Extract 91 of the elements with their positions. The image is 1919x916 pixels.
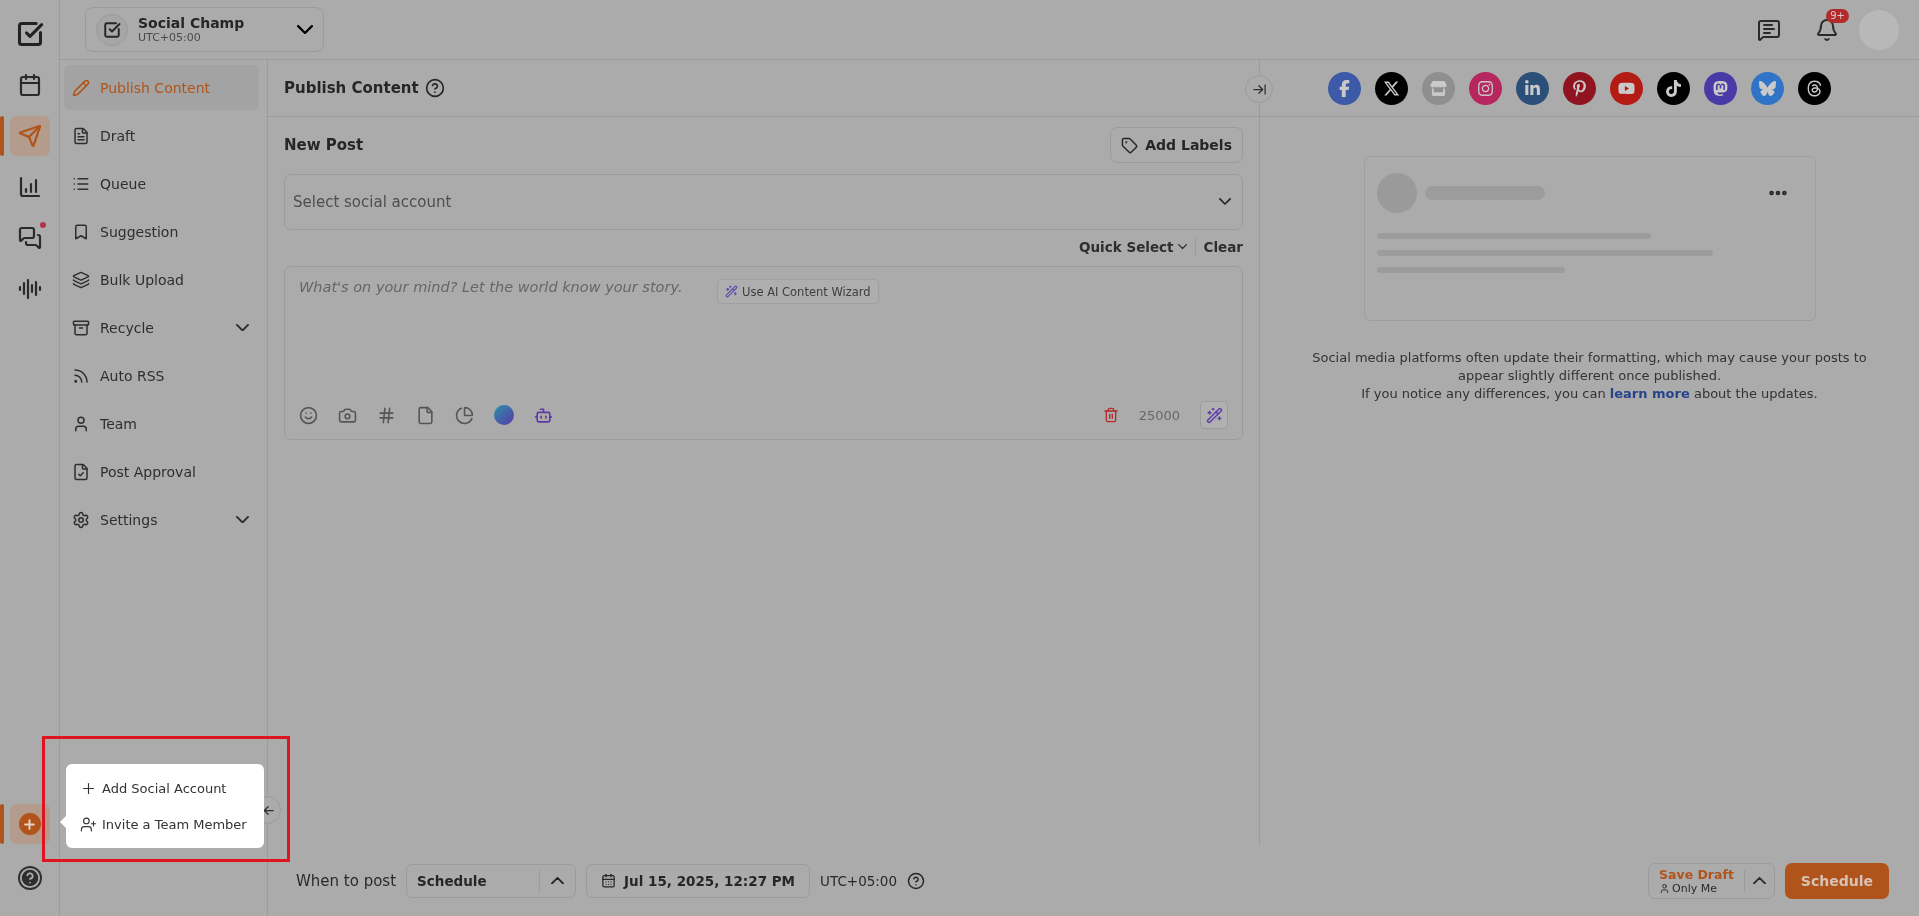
post-input[interactable]: What's on your mind? Let the world know your story. (299, 279, 699, 305)
x-icon[interactable] (1375, 71, 1408, 105)
user-icon (1659, 882, 1671, 894)
tag-icon (1121, 136, 1139, 154)
notification-count: 9+ (1826, 8, 1849, 23)
document-button[interactable] (416, 405, 435, 425)
emoji-icon (299, 405, 318, 425)
formatting-notice: Social media platforms often update their formatting, which may cause your posts to appear slightly different once published. If you notice any differences, you can learn more about the updates. (1311, 349, 1868, 403)
chat-bubbles-icon (17, 226, 42, 250)
add-user-icon (80, 815, 97, 833)
rss-icon (72, 366, 90, 385)
help-icon[interactable] (424, 78, 445, 98)
youtube-icon[interactable] (1610, 71, 1643, 105)
help-icon (17, 866, 42, 890)
pencil-icon (72, 78, 90, 97)
plus-icon (18, 813, 41, 835)
ai-wizard-button[interactable]: Use AI Content Wizard (717, 279, 879, 304)
document-icon (72, 126, 90, 145)
tiktok-icon[interactable] (1657, 71, 1690, 105)
sidebar-item[interactable]: Draft (64, 113, 259, 158)
bell-icon (1815, 17, 1839, 42)
expand-panel-button[interactable] (1245, 75, 1273, 103)
gradient-circle-icon (494, 405, 514, 425)
document-check-icon (72, 462, 90, 481)
camera-button[interactable] (338, 405, 357, 425)
settings-icon (72, 510, 90, 529)
chevron-up-icon (551, 876, 565, 885)
notifications-button[interactable] (1815, 17, 1839, 42)
user-icon (72, 414, 90, 433)
calendar-icon (601, 873, 617, 888)
layers-icon (72, 270, 90, 289)
message-edit-icon (1757, 17, 1781, 42)
quick-select-button[interactable]: Quick Select (1079, 239, 1187, 255)
sidebar-item[interactable]: Queue (64, 161, 259, 206)
sidebar-item[interactable]: Bulk Upload (64, 257, 259, 302)
sidebar-item[interactable]: Suggestion (64, 209, 259, 254)
facebook-icon[interactable] (1328, 71, 1361, 105)
chevron-down-icon (1177, 244, 1187, 250)
learn-more-link[interactable]: learn more (1609, 386, 1690, 401)
archive-icon (72, 318, 90, 337)
instagram-icon[interactable] (1469, 71, 1502, 105)
schedule-mode-select[interactable]: Schedule (406, 863, 577, 898)
chevron-down-icon (1219, 198, 1231, 205)
sidebar-item[interactable]: Settings (64, 497, 259, 542)
chevron-up-icon (1752, 876, 1766, 885)
sidebar-item[interactable]: Team (64, 401, 259, 446)
magic-wand-icon (725, 285, 738, 298)
mastodon-icon[interactable] (1704, 71, 1737, 105)
add-labels-button[interactable]: Add Labels (1110, 127, 1243, 163)
calendar-icon (17, 73, 42, 97)
workspace-timezone: UTC+05:00 (138, 31, 201, 44)
robot-button[interactable] (534, 405, 553, 425)
menu-item[interactable]: Add Social Account (66, 770, 264, 806)
pie-chart-button[interactable] (455, 405, 474, 425)
canva-button[interactable] (494, 405, 514, 425)
workspace-logo (96, 13, 128, 46)
sidebar-item[interactable]: Recycle (64, 305, 259, 350)
date-picker[interactable]: Jul 15, 2025, 12:27 PM (586, 863, 811, 898)
character-count: 25000 (1138, 407, 1180, 423)
sidebar-item[interactable]: Post Approval (64, 449, 259, 494)
compose-message-button[interactable] (1757, 17, 1781, 42)
magic-wand-button[interactable] (1200, 401, 1228, 429)
section-title: New Post (284, 136, 364, 154)
when-to-post-label: When to post (296, 871, 397, 890)
hashtag-icon (377, 405, 396, 425)
chart-icon (17, 175, 42, 199)
trash-icon[interactable] (1102, 407, 1119, 423)
emoji-button[interactable] (299, 405, 318, 425)
page-title: Publish Content (284, 79, 419, 97)
linkedin-icon[interactable] (1516, 71, 1549, 105)
butterfly-icon[interactable] (1751, 71, 1784, 105)
pinterest-icon[interactable] (1563, 71, 1596, 105)
camera-icon (338, 405, 357, 425)
hashtag-button[interactable] (377, 405, 396, 425)
chevron-down-icon (297, 24, 313, 35)
clear-button[interactable]: Clear (1203, 239, 1243, 255)
sound-wave-icon (17, 277, 42, 301)
magic-wand-icon (1205, 406, 1223, 424)
timezone-label: UTC+05:00 (820, 872, 898, 889)
sidebar-item[interactable]: Auto RSS (64, 353, 259, 398)
bookmark-icon (72, 222, 90, 241)
threads-icon[interactable] (1798, 71, 1831, 105)
workspace-name: Social Champ (138, 15, 245, 31)
account-select[interactable]: Select social account (284, 174, 1243, 230)
help-icon[interactable] (907, 871, 926, 890)
workspace-selector[interactable]: Social Champ UTC+05:00 (85, 7, 324, 52)
pie-chart-icon (455, 405, 474, 425)
document-icon (416, 405, 435, 425)
robot-icon (534, 405, 553, 425)
menu-item[interactable]: Invite a Team Member (66, 806, 264, 842)
paper-plane-icon (17, 124, 42, 148)
